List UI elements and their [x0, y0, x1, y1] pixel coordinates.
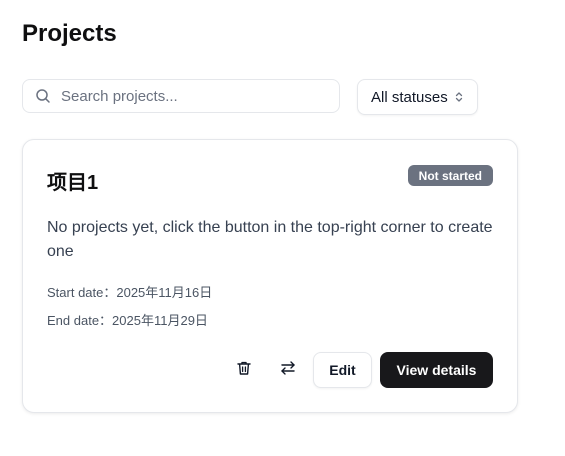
- status-filter-value: All statuses: [371, 88, 448, 106]
- arrows-swap-icon: [280, 360, 296, 381]
- end-date: End date：2025年11月29日: [47, 313, 208, 328]
- search-icon: [35, 88, 51, 104]
- chevron-up-down-icon: [454, 91, 464, 103]
- status-badge: Not started: [407, 165, 493, 186]
- change-status-button[interactable]: [270, 352, 306, 388]
- project-card: 项目1 Not started No projects yet, click t…: [22, 139, 518, 413]
- edit-button[interactable]: Edit: [313, 352, 372, 388]
- search-box[interactable]: [22, 79, 340, 113]
- status-filter-select[interactable]: All statuses: [357, 79, 478, 115]
- page-title: Projects: [22, 20, 117, 47]
- start-date: Start date：2025年11月16日: [47, 285, 213, 300]
- search-input[interactable]: [59, 80, 339, 112]
- trash-icon: [236, 360, 252, 381]
- project-description: No projects yet, click the button in the…: [47, 219, 493, 260]
- delete-button[interactable]: [226, 352, 262, 388]
- projects-page: Projects All statuses 项目1 Not started No…: [0, 0, 565, 456]
- project-name: 项目1: [47, 172, 99, 194]
- view-details-button[interactable]: View details: [380, 352, 493, 388]
